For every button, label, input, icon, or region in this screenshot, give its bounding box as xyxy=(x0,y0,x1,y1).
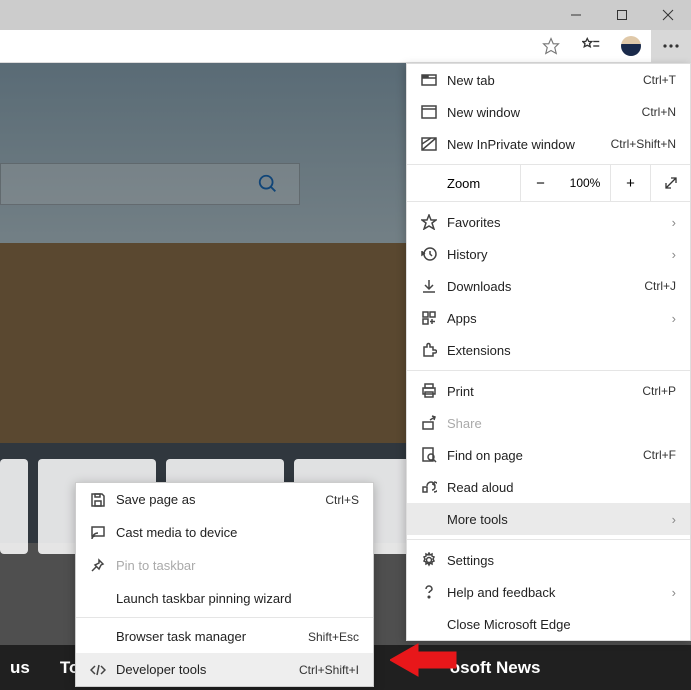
settings-menu-button[interactable] xyxy=(651,30,691,63)
menu-label: New InPrivate window xyxy=(447,137,611,152)
more-tools-submenu: Save page as Ctrl+S Cast media to device… xyxy=(75,482,374,687)
menu-downloads[interactable]: Downloads Ctrl+J xyxy=(407,270,690,302)
menu-label: Favorites xyxy=(447,215,672,230)
menu-label: Help and feedback xyxy=(447,585,672,600)
submenu-pin-taskbar: Pin to taskbar xyxy=(76,549,373,582)
window-titlebar xyxy=(0,0,691,30)
menu-shortcut: Ctrl+P xyxy=(642,384,676,398)
menu-inprivate[interactable]: New InPrivate window Ctrl+Shift+N xyxy=(407,128,690,160)
window-icon xyxy=(421,104,447,120)
apps-icon xyxy=(421,310,447,326)
menu-label: More tools xyxy=(447,512,672,527)
menu-label: Share xyxy=(447,416,676,431)
menu-label: New window xyxy=(447,105,642,120)
menu-label: Save page as xyxy=(116,492,325,507)
submenu-cast[interactable]: Cast media to device xyxy=(76,516,373,549)
browser-toolbar xyxy=(0,30,691,63)
menu-label: Extensions xyxy=(447,343,676,358)
menu-label: Close Microsoft Edge xyxy=(447,617,676,632)
history-icon xyxy=(421,246,447,262)
submenu-launch-pin-wizard[interactable]: Launch taskbar pinning wizard xyxy=(76,582,373,615)
menu-label: Pin to taskbar xyxy=(116,558,359,573)
menu-label: Read aloud xyxy=(447,480,676,495)
extensions-icon xyxy=(421,342,447,358)
menu-share: Share xyxy=(407,407,690,439)
menu-label: Settings xyxy=(447,553,676,568)
gear-icon xyxy=(421,552,447,568)
menu-print[interactable]: Print Ctrl+P xyxy=(407,375,690,407)
submenu-task-manager[interactable]: Browser task manager Shift+Esc xyxy=(76,620,373,653)
zoom-out-button[interactable]: − xyxy=(520,164,560,202)
menu-label: Browser task manager xyxy=(116,629,308,644)
download-icon xyxy=(421,278,447,294)
menu-label: Downloads xyxy=(447,279,644,294)
footer-item: us xyxy=(10,658,30,678)
menu-more-tools[interactable]: More tools › xyxy=(407,503,690,535)
menu-shortcut: Shift+Esc xyxy=(308,630,359,644)
menu-settings[interactable]: Settings xyxy=(407,544,690,576)
menu-label: Cast media to device xyxy=(116,525,359,540)
quick-link-card[interactable] xyxy=(0,459,28,554)
favorite-star-icon[interactable] xyxy=(531,30,571,63)
menu-new-tab[interactable]: New tab Ctrl+T xyxy=(407,64,690,96)
menu-label: New tab xyxy=(447,73,643,88)
tab-icon xyxy=(421,72,447,88)
inprivate-icon xyxy=(421,136,447,152)
cast-icon xyxy=(90,525,116,541)
chevron-right-icon: › xyxy=(672,311,676,326)
find-icon xyxy=(421,447,447,463)
menu-help[interactable]: Help and feedback › xyxy=(407,576,690,608)
menu-label: History xyxy=(447,247,672,262)
chevron-right-icon: › xyxy=(672,512,676,527)
menu-close-edge[interactable]: Close Microsoft Edge xyxy=(407,608,690,640)
share-icon xyxy=(421,415,447,431)
menu-extensions[interactable]: Extensions xyxy=(407,334,690,366)
save-icon xyxy=(90,492,116,508)
menu-label: Find on page xyxy=(447,448,643,463)
zoom-in-button[interactable]: + xyxy=(610,164,650,202)
menu-shortcut: Ctrl+Shift+N xyxy=(611,137,676,151)
chevron-right-icon: › xyxy=(672,585,676,600)
footer-item: osoft News xyxy=(450,658,541,678)
menu-shortcut: Ctrl+J xyxy=(644,279,676,293)
menu-shortcut: Ctrl+S xyxy=(325,493,359,507)
submenu-save-page[interactable]: Save page as Ctrl+S xyxy=(76,483,373,516)
zoom-label: Zoom xyxy=(407,176,520,191)
menu-history[interactable]: History › xyxy=(407,238,690,270)
minimize-button[interactable] xyxy=(553,0,599,30)
maximize-button[interactable] xyxy=(599,0,645,30)
menu-label: Launch taskbar pinning wizard xyxy=(116,591,359,606)
menu-label: Developer tools xyxy=(116,662,299,677)
zoom-value: 100% xyxy=(560,176,610,190)
pin-icon xyxy=(90,558,116,574)
devtools-icon xyxy=(90,662,116,678)
help-icon xyxy=(421,584,447,600)
settings-menu: New tab Ctrl+T New window Ctrl+N New InP… xyxy=(406,63,691,641)
menu-apps[interactable]: Apps › xyxy=(407,302,690,334)
star-icon xyxy=(421,214,447,230)
menu-shortcut: Ctrl+N xyxy=(642,105,676,119)
menu-new-window[interactable]: New window Ctrl+N xyxy=(407,96,690,128)
menu-shortcut: Ctrl+Shift+I xyxy=(299,663,359,677)
submenu-developer-tools[interactable]: Developer tools Ctrl+Shift+I xyxy=(76,653,373,686)
menu-label: Print xyxy=(447,384,642,399)
menu-read-aloud[interactable]: Read aloud xyxy=(407,471,690,503)
menu-shortcut: Ctrl+T xyxy=(643,73,676,87)
close-window-button[interactable] xyxy=(645,0,691,30)
read-aloud-icon xyxy=(421,479,447,495)
menu-shortcut: Ctrl+F xyxy=(643,448,676,462)
chevron-right-icon: › xyxy=(672,215,676,230)
print-icon xyxy=(421,383,447,399)
menu-favorites[interactable]: Favorites › xyxy=(407,206,690,238)
menu-find[interactable]: Find on page Ctrl+F xyxy=(407,439,690,471)
favorites-list-icon[interactable] xyxy=(571,30,611,63)
fullscreen-button[interactable] xyxy=(650,164,690,202)
zoom-row: Zoom − 100% + xyxy=(407,164,690,202)
profile-avatar[interactable] xyxy=(611,30,651,63)
annotation-arrow xyxy=(390,640,460,685)
chevron-right-icon: › xyxy=(672,247,676,262)
menu-label: Apps xyxy=(447,311,672,326)
